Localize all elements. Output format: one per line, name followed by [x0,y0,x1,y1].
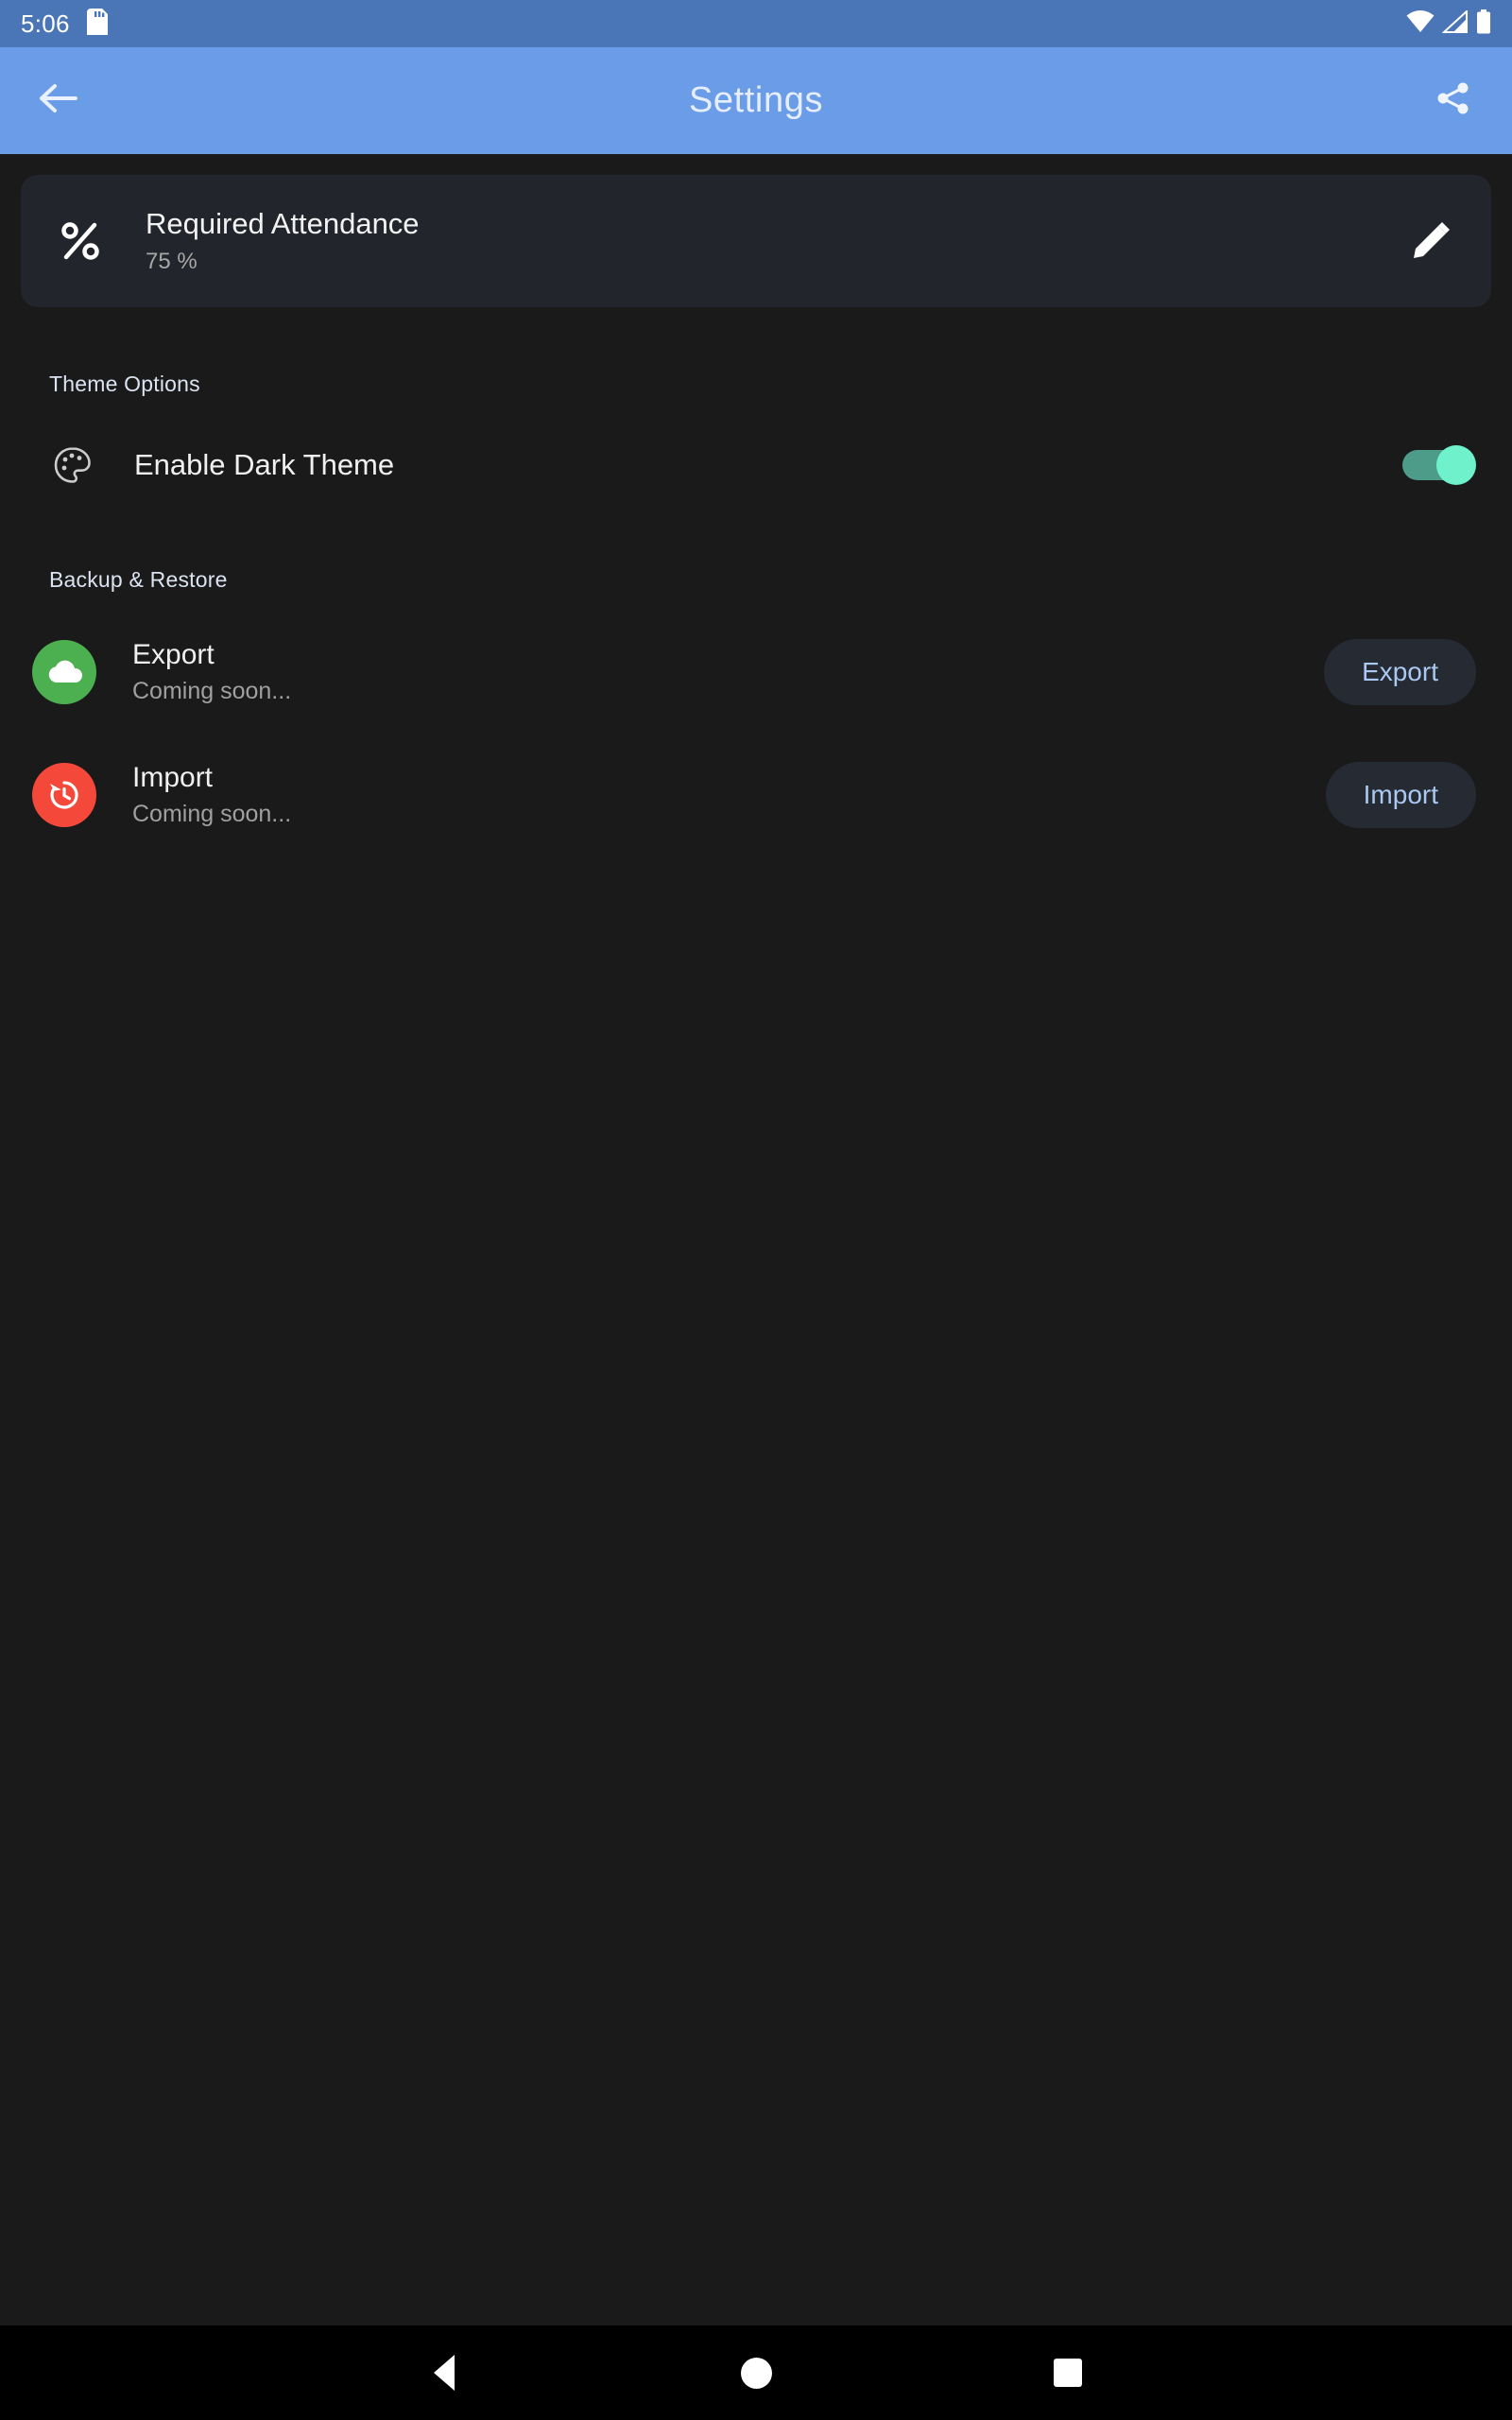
cloud-upload-icon [32,640,96,704]
settings-content: Required Attendance 75 % Theme Options E… [0,154,1512,2325]
export-texts: Export Coming soon... [132,639,1324,705]
dark-theme-toggle[interactable] [1402,445,1476,485]
nav-home-button[interactable] [723,2340,789,2406]
import-row[interactable]: Import Coming soon... Import [0,752,1512,838]
export-row[interactable]: Export Coming soon... Export [0,629,1512,716]
backup-section-header: Backup & Restore [49,567,228,592]
nav-back-button[interactable] [411,2340,477,2406]
android-nav-bar [0,2325,1512,2420]
cellular-signal-icon [1441,9,1469,38]
nav-back-icon [434,2355,455,2391]
nav-recents-icon [1054,2359,1082,2387]
status-bar: 5:06 [0,0,1512,47]
wifi-icon [1406,9,1435,38]
export-subtitle: Coming soon... [132,678,292,704]
pencil-edit-icon [1410,218,1452,265]
edit-attendance-button[interactable] [1402,218,1459,265]
import-title: Import [132,762,214,793]
percent-icon [53,219,108,263]
status-clock: 5:06 [21,9,70,38]
nav-home-icon [740,2357,772,2389]
import-texts: Import Coming soon... [132,762,1326,828]
app-bar: Settings [0,47,1512,154]
export-button[interactable]: Export [1324,639,1476,705]
page-title: Settings [688,80,824,120]
back-arrow-icon [38,81,79,120]
theme-section-header: Theme Options [49,372,200,396]
palette-icon [49,445,96,485]
status-bar-right [1406,9,1491,39]
required-attendance-texts: Required Attendance 75 % [146,207,1402,275]
status-bar-left: 5:06 [21,8,108,40]
dark-theme-row[interactable]: Enable Dark Theme [0,427,1512,503]
battery-icon [1476,9,1491,39]
sd-card-icon [86,8,108,40]
share-button[interactable] [1425,73,1482,130]
nav-recents-button[interactable] [1035,2340,1101,2406]
back-button[interactable] [30,73,87,130]
dark-theme-label: Enable Dark Theme [134,448,395,481]
export-title: Export [132,639,215,670]
phone-screen: 5:06 Settings Required Attendance 75 % T… [0,0,1512,2420]
import-button[interactable]: Import [1325,762,1476,828]
share-icon [1435,79,1472,122]
restore-history-icon [32,763,96,827]
required-attendance-card[interactable]: Required Attendance 75 % [21,175,1491,307]
toggle-thumb [1436,445,1476,485]
required-attendance-value: 75 % [146,249,198,274]
import-subtitle: Coming soon... [132,801,292,827]
required-attendance-title: Required Attendance [146,207,420,240]
